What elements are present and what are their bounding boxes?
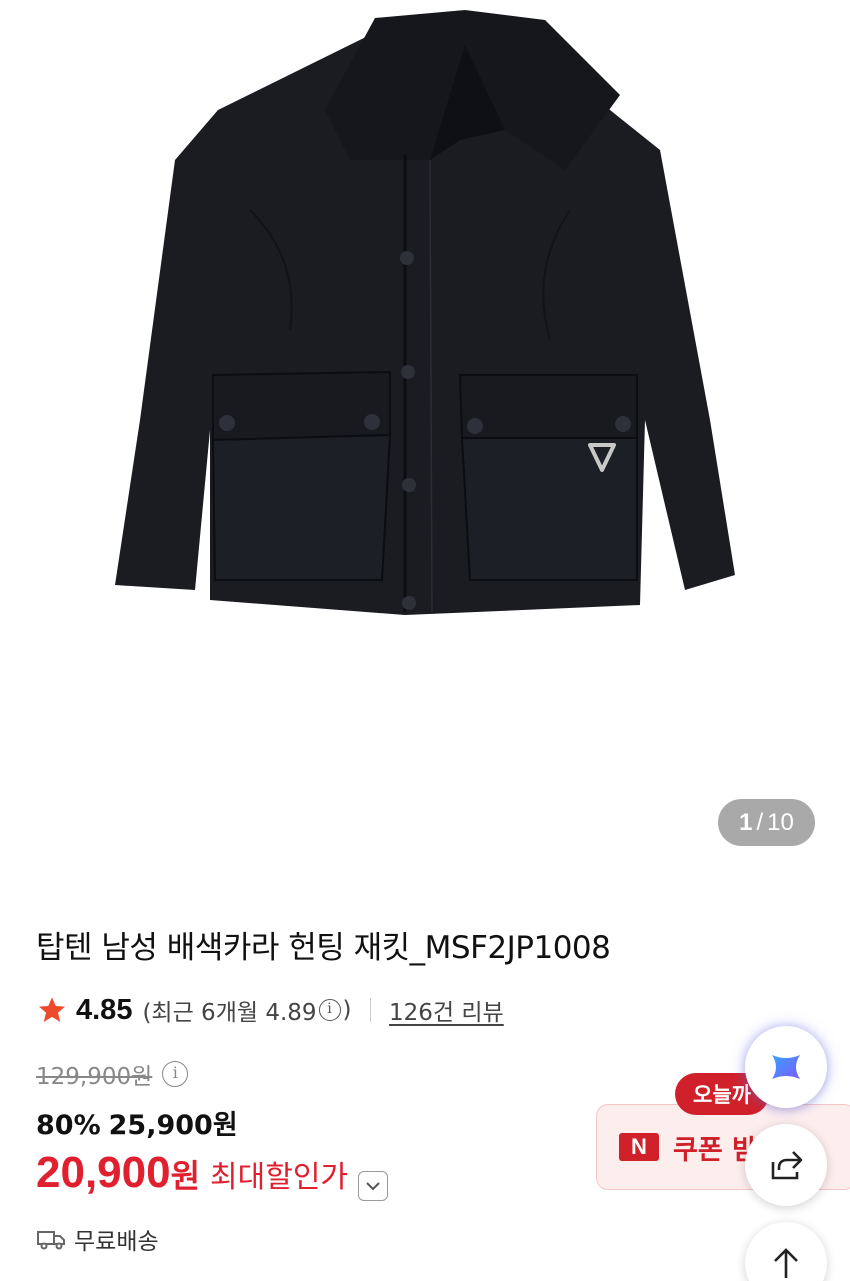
final-price-row: 20,900 원 최대할인가 [36,1148,389,1201]
price-info-icon[interactable]: i [162,1061,189,1087]
truck-icon [37,1231,65,1250]
image-page-counter: 1 / 10 [718,799,815,846]
rating-score: 4.85 [76,993,133,1026]
page-separator: / [756,808,764,836]
product-image[interactable] [100,0,750,660]
original-price: 129,900원 [36,1064,153,1090]
ai-assistant-button[interactable] [745,1026,827,1108]
chevron-down-icon [366,1182,380,1191]
expand-discount-button[interactable] [358,1171,389,1201]
shipping-row: 무료배송 [36,1222,159,1256]
sale-price-row: 80% 25,900원 [36,1103,238,1142]
recent-rating-close: ) [342,997,352,1023]
final-price: 20,900 [36,1148,171,1197]
product-gallery[interactable]: 1 / 10 [0,0,850,880]
max-discount-label: 최대할인가 [210,1160,349,1195]
original-price-row: 129,900원 i [36,1057,189,1091]
final-price-unit: 원 [170,1157,201,1195]
recent-rating-text: (최근 6개월 4.89 [142,1000,317,1026]
naver-logo-icon: N [619,1133,659,1161]
ai-sparkle-icon [772,1055,800,1079]
current-page: 1 [739,808,753,836]
review-count-link[interactable]: 126건 리뷰 [389,993,504,1027]
divider [369,998,372,1022]
recent-rating: (최근 6개월 4.89 i ) [142,993,351,1027]
arrow-up-icon [774,1248,798,1278]
star-icon [38,997,66,1022]
sale-price: 25,900원 [108,1110,238,1141]
info-icon[interactable]: i [318,999,341,1021]
share-icon [771,1151,803,1180]
rating-row: 4.85 (최근 6개월 4.89 i ) 126건 리뷰 [36,990,504,1030]
scroll-top-button[interactable] [745,1222,827,1281]
shipping-label: 무료배송 [74,1229,159,1255]
discount-percent: 80% [36,1110,101,1141]
product-title: 탑텐 남성 배색카라 헌팅 재킷_MSF2JP1008 [36,930,611,966]
total-pages: 10 [767,808,794,836]
share-button[interactable] [745,1124,827,1206]
